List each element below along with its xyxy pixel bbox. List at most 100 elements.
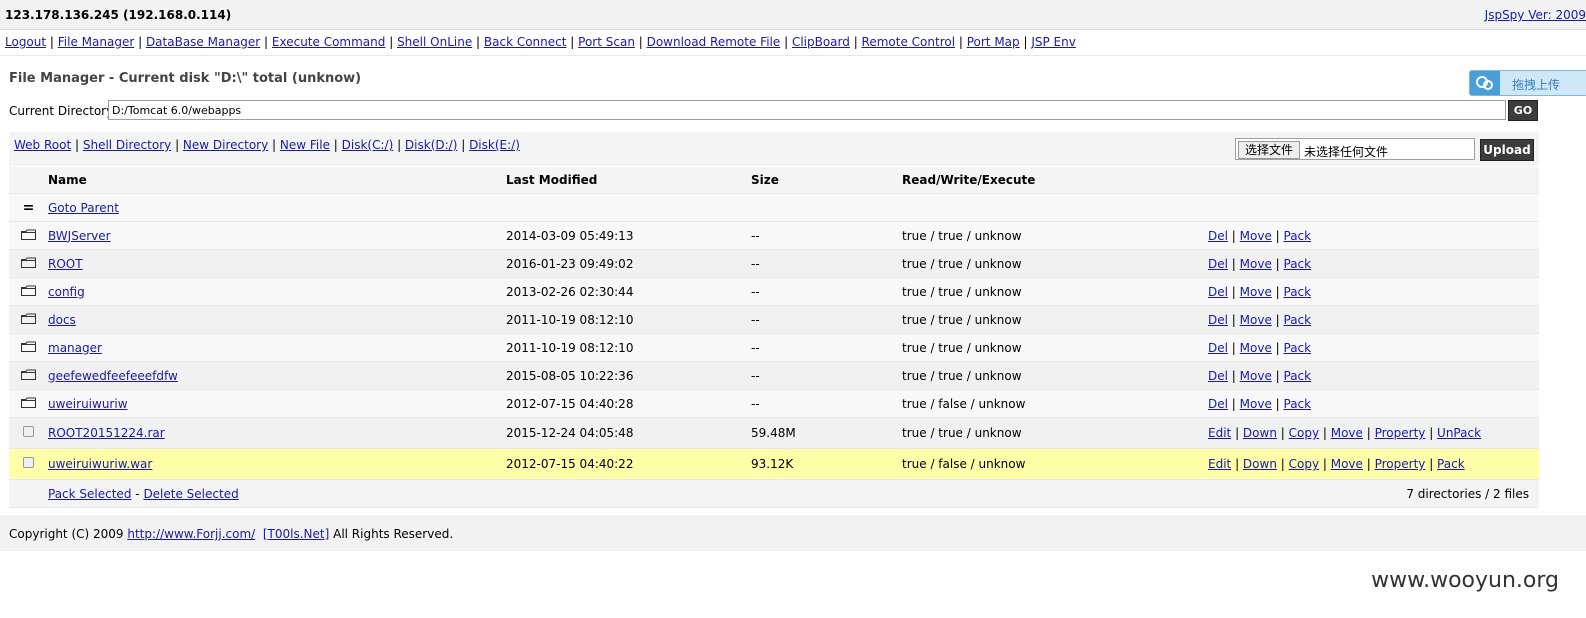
nav-link-file-manager[interactable]: File Manager: [58, 35, 135, 49]
del-link[interactable]: Del: [1208, 341, 1228, 355]
separator: |: [1362, 457, 1375, 471]
pack-link[interactable]: Pack: [1284, 285, 1312, 299]
move-link[interactable]: Move: [1240, 369, 1272, 383]
move-link[interactable]: Move: [1240, 229, 1272, 243]
size-value: --: [751, 368, 760, 383]
separator: |: [472, 35, 484, 49]
pack-link[interactable]: Pack: [1437, 457, 1465, 471]
move-link[interactable]: Move: [1240, 313, 1272, 327]
separator: |: [780, 35, 792, 49]
folder-icon: [21, 229, 36, 240]
rwx-value: true / true / unknow: [902, 256, 1022, 271]
down-link[interactable]: Down: [1243, 457, 1277, 471]
quick-link-new-directory[interactable]: New Directory: [183, 138, 268, 152]
nav-link-back-connect[interactable]: Back Connect: [484, 35, 567, 49]
separator: |: [1227, 228, 1240, 243]
nav-link-execute-command[interactable]: Execute Command: [272, 35, 385, 49]
parent-row: = Goto Parent: [9, 193, 1539, 222]
pack-selected-link[interactable]: Pack Selected: [48, 487, 131, 501]
separator: |: [1425, 426, 1438, 440]
move-link[interactable]: Move: [1240, 285, 1272, 299]
directory-link[interactable]: geefewedfeefeeefdfw: [48, 369, 178, 383]
nav-link-download-remote-file[interactable]: Download Remote File: [647, 35, 781, 49]
file-chooser[interactable]: 选择文件 未选择任何文件: [1235, 138, 1475, 160]
copy-link[interactable]: Copy: [1289, 426, 1319, 440]
table-row: geefewedfeefeeefdfw 2015-08-05 10:22:36 --…: [9, 361, 1539, 390]
file-link[interactable]: uweiruiwuriw.war: [48, 457, 152, 471]
modified-value: 2011-10-19 08:12:10: [506, 312, 634, 327]
pack-link[interactable]: Pack: [1284, 257, 1312, 271]
separator: |: [1019, 35, 1032, 49]
pack-link[interactable]: Pack: [1284, 313, 1312, 327]
move-link[interactable]: Move: [1331, 457, 1363, 471]
modified-value: 2011-10-19 08:12:10: [506, 340, 634, 355]
quick-link-shell-directory[interactable]: Shell Directory: [83, 138, 171, 152]
separator: |: [849, 35, 862, 49]
upload-button[interactable]: Upload: [1480, 139, 1534, 161]
quick-link-disk-d[interactable]: Disk(D:/): [405, 138, 457, 152]
nav-link-jsp-env[interactable]: JSP Env: [1031, 35, 1076, 49]
nav-link-database-manager[interactable]: DataBase Manager: [146, 35, 260, 49]
directory-link[interactable]: manager: [48, 341, 102, 355]
quick-link-disk-c[interactable]: Disk(C:/): [342, 138, 394, 152]
choose-file-button[interactable]: 选择文件: [1238, 141, 1301, 159]
del-link[interactable]: Del: [1208, 229, 1228, 243]
del-link[interactable]: Del: [1208, 285, 1228, 299]
separator: |: [1227, 312, 1240, 327]
pack-link[interactable]: Pack: [1284, 341, 1312, 355]
down-link[interactable]: Down: [1243, 426, 1277, 440]
separator: |: [1425, 457, 1438, 471]
current-directory-input[interactable]: [108, 100, 1506, 120]
quick-link-new-file[interactable]: New File: [280, 138, 330, 152]
pack-link[interactable]: Pack: [1284, 369, 1312, 383]
directory-link[interactable]: uweiruiwuriw: [48, 397, 128, 411]
nav-link-logout[interactable]: Logout: [5, 35, 46, 49]
file-link[interactable]: ROOT20151224.rar: [48, 426, 165, 440]
del-link[interactable]: Del: [1208, 257, 1228, 271]
move-link[interactable]: Move: [1240, 397, 1272, 411]
select-checkbox[interactable]: [23, 426, 34, 437]
forjj-link[interactable]: http://www.Forjj.com/: [127, 527, 255, 541]
unpack-link[interactable]: UnPack: [1437, 426, 1481, 440]
del-link[interactable]: Del: [1208, 369, 1228, 383]
property-link[interactable]: Property: [1375, 426, 1426, 440]
modified-value: 2012-07-15 04:40:22: [506, 457, 634, 471]
directory-link[interactable]: ROOT: [48, 257, 83, 271]
modified-value: 2015-12-24 04:05:48: [506, 426, 634, 440]
property-link[interactable]: Property: [1375, 457, 1426, 471]
nav-link-shell-online[interactable]: Shell OnLine: [397, 35, 472, 49]
select-checkbox[interactable]: [23, 457, 34, 468]
pack-link[interactable]: Pack: [1284, 397, 1312, 411]
del-link[interactable]: Del: [1208, 313, 1228, 327]
nav-link-port-map[interactable]: Port Map: [967, 35, 1020, 49]
move-link[interactable]: Move: [1331, 426, 1363, 440]
rwx-value: true / true / unknow: [902, 368, 1022, 383]
move-link[interactable]: Move: [1240, 257, 1272, 271]
del-link[interactable]: Del: [1208, 397, 1228, 411]
t00ls-link[interactable]: [T00ls.Net]: [263, 527, 329, 541]
version-link[interactable]: JspSpy Ver: 2009: [1485, 8, 1586, 22]
quick-link-disk-e[interactable]: Disk(E:/): [469, 138, 520, 152]
directory-link[interactable]: docs: [48, 313, 76, 327]
goto-parent-link[interactable]: Goto Parent: [48, 201, 119, 215]
nav-link-port-scan[interactable]: Port Scan: [578, 35, 635, 49]
modified-value: 2015-08-05 10:22:36: [506, 368, 634, 383]
go-button[interactable]: GO: [1508, 100, 1538, 121]
edit-link[interactable]: Edit: [1208, 426, 1231, 440]
table-row: uweiruiwuriw.war 2012-07-15 04:40:22 93.12…: [9, 448, 1539, 480]
quick-link-web-root[interactable]: Web Root: [14, 138, 71, 152]
directory-link[interactable]: BWJServer: [48, 229, 111, 243]
pack-link[interactable]: Pack: [1284, 229, 1312, 243]
delete-selected-link[interactable]: Delete Selected: [143, 487, 238, 501]
edit-link[interactable]: Edit: [1208, 457, 1231, 471]
directory-link[interactable]: config: [48, 285, 85, 299]
copy-link[interactable]: Copy: [1289, 457, 1319, 471]
copyright-suffix: All Rights Reserved.: [333, 527, 454, 541]
separator: |: [260, 35, 272, 49]
nav-link-remote-control[interactable]: Remote Control: [862, 35, 956, 49]
separator: |: [634, 35, 647, 49]
move-link[interactable]: Move: [1240, 341, 1272, 355]
table-row: config 2013-02-26 02:30:44 -- true / true /…: [9, 277, 1539, 306]
nav-link-clipboard[interactable]: ClipBoard: [792, 35, 850, 49]
drag-upload-button[interactable]: 拖拽上传: [1469, 70, 1586, 96]
